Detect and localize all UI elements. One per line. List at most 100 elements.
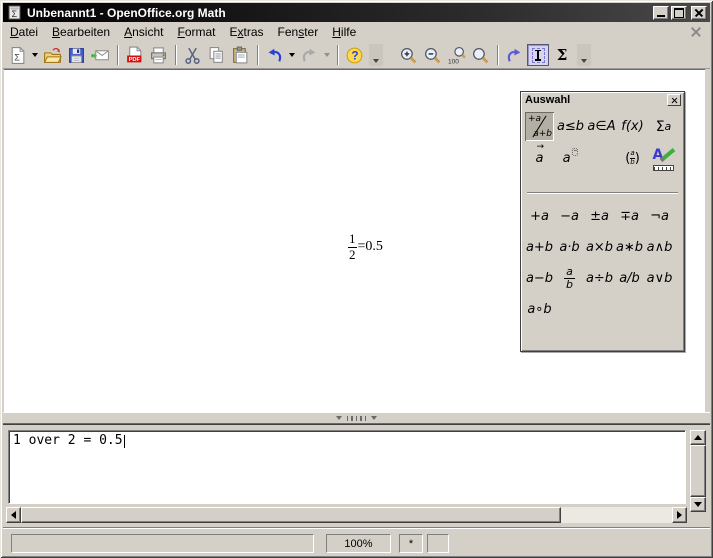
scroll-left-button[interactable]: [6, 507, 21, 523]
undo-dropdown[interactable]: [287, 43, 296, 67]
new-document-button[interactable]: Σ: [6, 43, 28, 67]
title-bar[interactable]: Σ Unbenannt1 - OpenOffice.org Math: [3, 3, 710, 22]
command-input[interactable]: 1 over 2 = 0.5: [8, 430, 686, 504]
scroll-right-button[interactable]: [672, 507, 687, 523]
chevron-down-icon: [289, 53, 295, 57]
maximize-icon: [674, 8, 684, 18]
hscroll-thumb[interactable]: [21, 507, 561, 523]
palette-separator: [527, 192, 678, 194]
category-others[interactable]: a ···: [556, 144, 585, 173]
print-button[interactable]: [147, 43, 169, 67]
callout-icon: ···: [572, 148, 579, 156]
toolbar-options-button[interactable]: [577, 44, 591, 66]
symbol-a-cdot-b[interactable]: a·b: [555, 233, 584, 262]
zoom-out-button[interactable]: [421, 43, 443, 67]
category-operators[interactable]: Σa: [649, 112, 678, 141]
palette-close-button[interactable]: [667, 94, 681, 106]
arrow-up-icon: [694, 435, 702, 440]
formats-icon: A: [652, 147, 676, 171]
symbol-a-minus-b[interactable]: a−b: [525, 264, 554, 293]
category-functions[interactable]: f(x): [618, 112, 647, 141]
redo-icon: [300, 46, 319, 65]
chevron-down-icon: [32, 53, 38, 57]
help-button[interactable]: ?: [343, 43, 365, 67]
menu-fenster[interactable]: Fenster: [271, 23, 326, 41]
scroll-down-button[interactable]: [690, 497, 706, 512]
new-document-dropdown[interactable]: [30, 43, 39, 67]
toolbar-separator: [175, 45, 177, 65]
symbol-a-plus-b[interactable]: a+b: [525, 233, 554, 262]
symbol-a-or-b[interactable]: a∨b: [645, 264, 674, 293]
symbol-a-slash-b[interactable]: a/b: [615, 264, 644, 293]
status-zoom-field[interactable]: 100%: [326, 534, 391, 553]
scroll-up-button[interactable]: [690, 430, 706, 445]
menu-ansicht[interactable]: Ansicht: [117, 23, 170, 41]
symbol-plus-a[interactable]: +a: [525, 202, 554, 231]
symbol-a-times-b[interactable]: a×b: [585, 233, 614, 262]
symbol-a-over-b[interactable]: a b: [555, 264, 584, 293]
vscroll-thumb[interactable]: [690, 445, 706, 497]
close-button[interactable]: [691, 6, 707, 20]
app-window: Σ Unbenannt1 - OpenOffice.org Math Datei…: [0, 0, 713, 558]
export-pdf-button[interactable]: PDF: [123, 43, 145, 67]
command-vscrollbar[interactable]: [690, 430, 706, 512]
collapse-down-icon: [371, 416, 377, 420]
category-unary-binary-operators[interactable]: +a a+b: [525, 112, 554, 141]
symbol-a-ast-b[interactable]: a∗b: [615, 233, 644, 262]
menu-datei[interactable]: Datei: [3, 23, 45, 41]
splitter-handle[interactable]: [3, 412, 710, 424]
category-formats[interactable]: A: [649, 144, 678, 173]
command-hscrollbar[interactable]: [6, 507, 687, 523]
redo-button[interactable]: [298, 43, 320, 67]
symbol-minus-a[interactable]: −a: [555, 202, 584, 231]
menu-extras[interactable]: Extras: [223, 23, 271, 41]
category-relations[interactable]: a≤b: [556, 112, 585, 141]
ruler-icon: [653, 165, 674, 171]
paste-icon: [231, 46, 250, 65]
palette-title-bar[interactable]: Auswahl: [521, 92, 684, 108]
standard-toolbar: Σ PDF: [3, 42, 710, 69]
minimize-button[interactable]: [653, 6, 669, 20]
open-icon: [43, 46, 62, 65]
redo-dropdown[interactable]: [322, 43, 331, 67]
symbol-minusplus-a[interactable]: ∓a: [615, 202, 644, 231]
zoom-in-button[interactable]: [397, 43, 419, 67]
copy-button[interactable]: [205, 43, 227, 67]
symbol-a-circ-b[interactable]: a∘b: [525, 295, 554, 324]
zoom-out-icon: [423, 46, 442, 65]
undo-button[interactable]: [263, 43, 285, 67]
status-extra-field: [427, 534, 449, 553]
close-document-button[interactable]: [690, 26, 702, 38]
symbol-plusminus-a[interactable]: ±a: [585, 202, 614, 231]
category-attributes[interactable]: a →: [525, 144, 554, 173]
symbol-a-and-b[interactable]: a∧b: [645, 233, 674, 262]
open-button[interactable]: [41, 43, 63, 67]
svg-text:Σ: Σ: [12, 9, 18, 19]
formula-cursor-button[interactable]: [527, 44, 549, 66]
menu-hilfe[interactable]: Hilfe: [325, 23, 363, 41]
symbols-catalog-button[interactable]: Σ: [551, 43, 573, 67]
zoom-button[interactable]: [469, 43, 491, 67]
paste-button[interactable]: [229, 43, 251, 67]
toolbar-options-button[interactable]: [369, 44, 383, 66]
maximize-button[interactable]: [671, 6, 687, 20]
palette-title: Auswahl: [525, 94, 570, 106]
cut-icon: [183, 46, 202, 65]
menu-bearbeiten[interactable]: Bearbeiten: [45, 23, 117, 41]
rendered-formula[interactable]: 1 2 =0.5: [348, 232, 383, 263]
category-brackets[interactable]: ( a b ): [618, 144, 647, 173]
arrow-right-icon: [677, 511, 682, 519]
save-button[interactable]: [65, 43, 87, 67]
symbol-not-a[interactable]: ¬a: [645, 202, 674, 231]
collapse-up-icon: [336, 416, 342, 420]
zoom-100-button[interactable]: 100: [445, 43, 467, 67]
arrow-down-icon: [694, 502, 702, 507]
menu-format[interactable]: Format: [170, 23, 222, 41]
refresh-button[interactable]: [503, 43, 525, 67]
symbol-a-div-b[interactable]: a÷b: [585, 264, 614, 293]
window-title: Unbenannt1 - OpenOffice.org Math: [27, 6, 653, 20]
send-email-button[interactable]: [89, 43, 111, 67]
category-set-operations[interactable]: a∈A: [587, 112, 616, 141]
selection-palette: Auswahl +a a+b a≤b a∈A f(x) Σa a → a ···: [520, 91, 685, 352]
cut-button[interactable]: [181, 43, 203, 67]
